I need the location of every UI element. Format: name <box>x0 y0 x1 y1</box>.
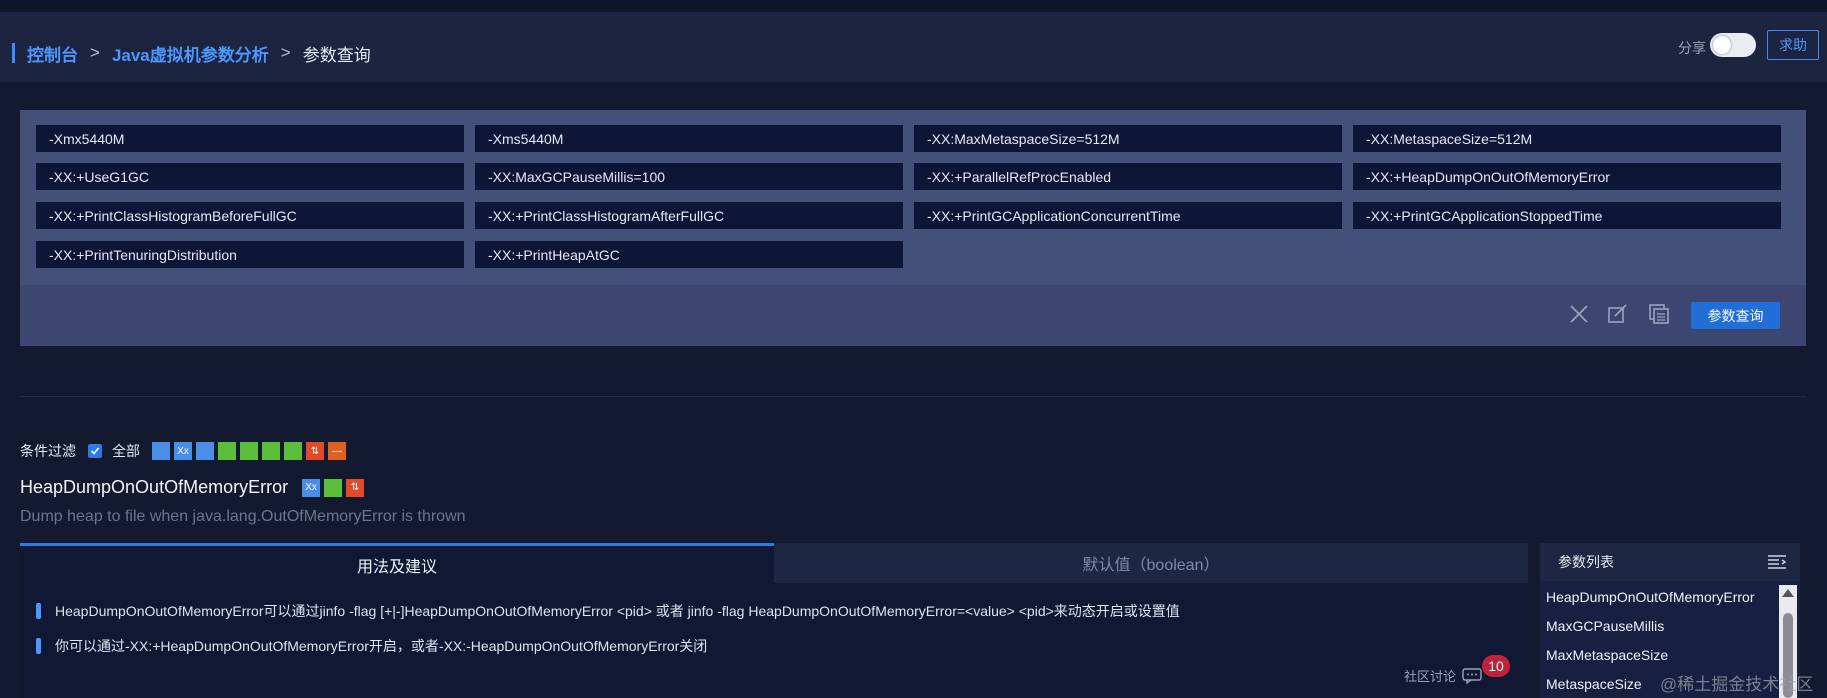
type-tag-icon <box>324 478 343 497</box>
copy-icon[interactable] <box>1648 303 1670 325</box>
param-chip[interactable]: -XX:+PrintClassHistogramAfterFullGC <box>475 202 903 229</box>
param-description: Dump heap to file when java.lang.OutOfMe… <box>20 508 466 525</box>
param-title-row: HeapDumpOnOutOfMemoryError Xx ⇅ <box>20 477 368 498</box>
param-chip[interactable]: -XX:+UseG1GC <box>36 163 464 190</box>
check-icon <box>90 447 100 455</box>
tab-content: HeapDumpOnOutOfMemoryError可以通过jinfo -fla… <box>20 583 1528 698</box>
param-chip[interactable]: -XX:+PrintHeapAtGC <box>475 241 903 268</box>
toggle-knob <box>1713 36 1731 54</box>
detail-tabs: 用法及建议 默认值（boolean） <box>20 543 1528 583</box>
param-list-item[interactable]: MetaspaceSize <box>1546 676 1642 692</box>
condition-filter: 条件过滤 全部 Xx ⇅ — <box>20 440 350 462</box>
community-label: 社区讨论 <box>1404 669 1457 684</box>
scroll-up-icon[interactable] <box>1782 589 1794 597</box>
type-tag-icon[interactable] <box>262 442 280 460</box>
breadcrumb-current: 参数查询 <box>302 45 371 65</box>
breadcrumb-accent <box>12 43 15 63</box>
type-tag-icon[interactable] <box>284 442 302 460</box>
param-panel-toolbar <box>20 285 1806 346</box>
param-list-header: 参数列表 <box>1540 543 1800 581</box>
param-list-item[interactable]: MaxGCPauseMillis <box>1546 618 1664 634</box>
param-chip[interactable]: -XX:+PrintGCApplicationConcurrentTime <box>914 202 1342 229</box>
edit-icon[interactable] <box>1607 303 1629 325</box>
page-header: 控制台 > Java虚拟机参数分析 > 参数查询 <box>0 12 1827 82</box>
comment-count-badge: 10 <box>1482 655 1510 677</box>
param-list-item[interactable]: HeapDumpOnOutOfMemoryError <box>1546 589 1755 605</box>
breadcrumb: 控制台 > Java虚拟机参数分析 > 参数查询 <box>12 41 371 66</box>
param-chip[interactable]: -XX:+PrintGCApplicationStoppedTime <box>1353 202 1781 229</box>
list-menu-icon[interactable] <box>1767 554 1787 570</box>
type-tag-icon[interactable] <box>218 442 236 460</box>
share-toggle[interactable] <box>1710 33 1756 57</box>
close-icon[interactable] <box>1568 303 1590 325</box>
tip-item: 你可以通过-XX:+HeapDumpOnOutOfMemoryError开启，或… <box>36 636 707 656</box>
chat-icon <box>1462 667 1482 684</box>
breadcrumb-parent-link[interactable]: Java虚拟机参数分析 <box>112 41 269 66</box>
param-tag-group: Xx ⇅ <box>302 478 368 497</box>
top-strip <box>0 0 1827 12</box>
param-chip[interactable]: -XX:MetaspaceSize=512M <box>1353 125 1781 152</box>
param-chip[interactable]: -XX:MaxMetaspaceSize=512M <box>914 125 1342 152</box>
tip-marker <box>36 603 41 619</box>
help-button[interactable]: 求助 <box>1767 30 1819 60</box>
type-tag-icon[interactable]: — <box>328 442 346 460</box>
type-tag-icon: Xx <box>302 478 321 497</box>
selected-param-name: HeapDumpOnOutOfMemoryError <box>20 477 289 497</box>
param-chip[interactable]: -XX:+ParallelRefProcEnabled <box>914 163 1342 190</box>
type-tag-icon: ⇅ <box>346 478 365 497</box>
filter-label: 条件过滤 <box>20 443 76 459</box>
section-divider <box>20 396 1806 397</box>
tip-marker <box>36 638 41 654</box>
all-label: 全部 <box>112 443 140 459</box>
tab-default-value[interactable]: 默认值（boolean） <box>774 543 1528 583</box>
param-chip[interactable]: -XX:+HeapDumpOnOutOfMemoryError <box>1353 163 1781 190</box>
type-tag-icon[interactable]: ⇅ <box>306 442 324 460</box>
param-list-title: 参数列表 <box>1558 554 1614 570</box>
param-chip[interactable]: -XX:MaxGCPauseMillis=100 <box>475 163 903 190</box>
breadcrumb-root-link[interactable]: 控制台 <box>27 41 78 66</box>
tip-text: HeapDumpOnOutOfMemoryError可以通过jinfo -fla… <box>55 603 1180 619</box>
all-checkbox[interactable] <box>88 444 102 458</box>
param-chip[interactable]: -XX:+PrintTenuringDistribution <box>36 241 464 268</box>
share-label: 分享 <box>1678 40 1706 56</box>
type-tag-icon[interactable] <box>196 442 214 460</box>
breadcrumb-separator: > <box>90 43 100 62</box>
param-chip[interactable]: -XX:+PrintClassHistogramBeforeFullGC <box>36 202 464 229</box>
type-tag-icon[interactable] <box>240 442 258 460</box>
watermark-text: @稀土掘金技术社区 <box>1660 675 1814 694</box>
type-tag-icon[interactable]: Xx <box>174 442 192 460</box>
tip-text: 你可以通过-XX:+HeapDumpOnOutOfMemoryError开启，或… <box>55 638 708 654</box>
query-button[interactable]: 参数查询 <box>1691 302 1780 329</box>
param-chip[interactable]: -Xms5440M <box>475 125 903 152</box>
type-tag-icon[interactable] <box>152 442 170 460</box>
breadcrumb-separator: > <box>280 43 291 62</box>
tip-item: HeapDumpOnOutOfMemoryError可以通过jinfo -fla… <box>36 601 1180 621</box>
param-chip[interactable]: -Xmx5440M <box>36 125 464 152</box>
filter-tag-group: Xx ⇅ — <box>152 442 350 460</box>
community-discussion[interactable]: 社区讨论 <box>1404 666 1482 685</box>
tab-usage[interactable]: 用法及建议 <box>20 543 774 583</box>
param-list-item[interactable]: MaxMetaspaceSize <box>1546 647 1668 663</box>
